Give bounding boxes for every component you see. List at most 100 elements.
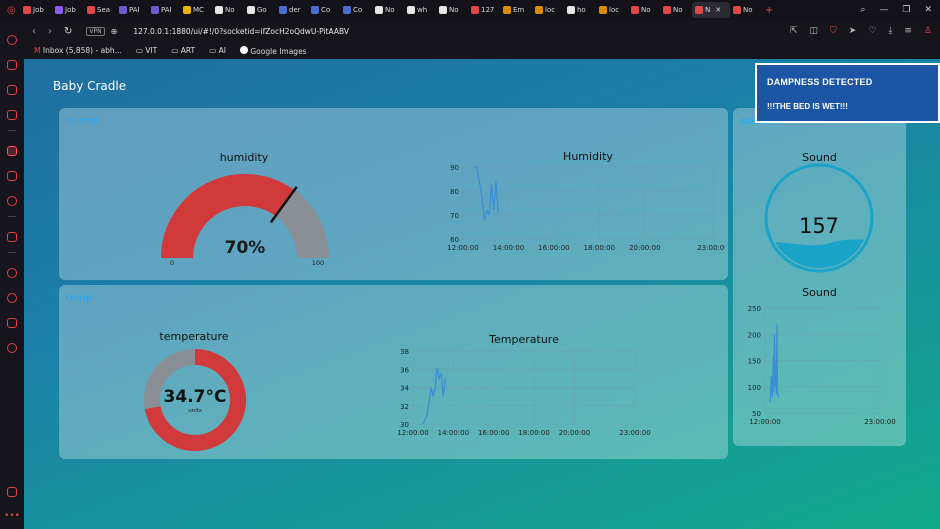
vpn-icon[interactable] — [7, 196, 17, 206]
bookmark-gmail[interactable]: M Inbox (5,858) - abh... — [34, 46, 122, 55]
player-icon[interactable] — [7, 268, 17, 278]
search-icon[interactable]: ⌕ — [860, 5, 865, 15]
site-info-icon[interactable]: ⊕ — [111, 27, 118, 36]
donut-units: units — [188, 408, 202, 414]
tab-label: Job — [65, 6, 76, 14]
tab-favicon-icon — [247, 6, 255, 14]
sidebar-divider — [8, 252, 16, 253]
minimize-icon[interactable]: — — [879, 5, 888, 15]
gauge-value: 70% — [225, 238, 266, 258]
reload-icon[interactable]: ↻ — [64, 26, 72, 37]
shield-icon[interactable]: ⛉ — [830, 26, 837, 36]
tab-favicon-icon — [279, 6, 287, 14]
tab-favicon-icon — [599, 6, 607, 14]
sound-card: sound Sound 157 Sound 5010015020025012:0… — [733, 108, 906, 446]
browser-tab[interactable]: No — [660, 2, 692, 18]
flame-icon[interactable] — [7, 232, 17, 242]
browser-tab[interactable]: No — [628, 2, 660, 18]
browser-tab[interactable]: Co — [308, 2, 340, 18]
tab-favicon-icon — [567, 6, 575, 14]
browser-tab[interactable]: Job — [52, 2, 84, 18]
dampness-alert-toast[interactable]: DAMPNESS DETECTED !!!THE BED IS WET!!! — [755, 63, 940, 123]
browser-tab[interactable]: loc — [596, 2, 628, 18]
twitch-icon[interactable] — [7, 85, 17, 95]
settings-icon[interactable] — [7, 343, 17, 353]
sound-chart: 50 100 150 200 250 12:00:00 23:00:00 — [748, 305, 896, 426]
gallery-icon[interactable] — [7, 487, 17, 497]
forward-icon[interactable]: › — [48, 26, 52, 37]
send-icon[interactable]: ⇱ — [790, 26, 798, 36]
more-icon[interactable]: ••• — [4, 511, 20, 521]
back-icon[interactable]: ‹ — [32, 26, 36, 37]
chart-title: Humidity — [563, 150, 613, 163]
vpn-badge[interactable]: VPN — [86, 26, 105, 36]
screen: ◎ Job Job Sea PAI PAI MC No Go der Co Co No wh No 127 E… — [0, 0, 940, 529]
temperature-chart: Temperature 30 32 34 36 38 12:00:00 14:00:00 16:… — [397, 333, 650, 437]
browser-tab[interactable]: MC — [180, 2, 212, 18]
sidebar-divider — [8, 216, 16, 217]
browser-tab[interactable]: No — [436, 2, 468, 18]
browser-tab[interactable]: No — [372, 2, 404, 18]
cube-icon[interactable] — [7, 318, 17, 328]
tab-close-icon[interactable]: ✕ — [715, 6, 721, 14]
bookmark-google-images[interactable]: Google Images — [239, 45, 307, 56]
download-icon[interactable]: ⤓ — [888, 26, 892, 36]
browser-tab[interactable]: No — [212, 2, 244, 18]
y-tick-label: 34 — [400, 385, 409, 393]
tab-favicon-icon — [535, 6, 543, 14]
share-icon[interactable]: ➤ — [849, 26, 857, 36]
profile-icon[interactable]: ♙ — [924, 26, 932, 36]
browser-tab[interactable]: PAI — [148, 2, 180, 18]
tab-favicon-icon — [311, 6, 319, 14]
camera-icon[interactable]: ◫ — [809, 26, 818, 36]
browser-tab[interactable]: der — [276, 2, 308, 18]
chart-title: Temperature — [488, 333, 559, 346]
series-line — [769, 323, 780, 403]
tab-label: Go — [257, 6, 267, 14]
briefcase-icon[interactable] — [7, 171, 17, 181]
donut-value: 34.7°C — [164, 387, 227, 407]
browser-tab[interactable]: loc — [532, 2, 564, 18]
browser-tab[interactable]: ho — [564, 2, 596, 18]
tab-label: Co — [353, 6, 363, 14]
browser-tab[interactable]: No — [730, 2, 762, 18]
instagram-icon[interactable] — [7, 110, 17, 120]
x-tick-label: 23:00:00 — [619, 429, 650, 437]
browser-tab[interactable]: Go — [244, 2, 276, 18]
bookmark-ai[interactable]: ▭ AI — [209, 46, 226, 55]
x-tick-label: 14:00:00 — [438, 429, 469, 437]
bookmarks-bar: M Inbox (5,858) - abh... ▭ VIT ▭ ART ▭ A… — [24, 42, 940, 59]
y-tick-label: 150 — [748, 358, 761, 366]
browser-tab[interactable]: 127 — [468, 2, 500, 18]
level-value: 157 — [799, 214, 839, 238]
gauge-max: 100 — [312, 259, 324, 267]
browser-tab[interactable]: N ✕ — [692, 2, 730, 18]
folder-icon: ▭ — [209, 46, 217, 55]
tab-label: MC — [193, 6, 204, 14]
tab-label: Co — [321, 6, 331, 14]
browser-tab[interactable]: Job — [20, 2, 52, 18]
y-tick-label: 30 — [400, 421, 409, 429]
browser-tab[interactable]: Co — [340, 2, 372, 18]
browser-tab[interactable]: Em — [500, 2, 532, 18]
heart-icon[interactable]: ♡ — [868, 26, 876, 36]
history-icon[interactable] — [7, 293, 17, 303]
speed-dial-icon[interactable] — [7, 35, 17, 45]
tab-label: N — [705, 6, 711, 14]
close-window-icon[interactable]: ✕ — [924, 5, 932, 15]
browser-tab[interactable]: wh — [404, 2, 436, 18]
bag-icon[interactable] — [7, 60, 17, 70]
y-tick-label: 100 — [748, 384, 761, 392]
url-field[interactable]: 127.0.0.1:1880/ui/#!/0?socketid=ifZocH2o… — [133, 27, 349, 36]
browser-tab[interactable]: Sea — [84, 2, 116, 18]
y-tick-label: 80 — [450, 188, 459, 196]
new-tab-icon[interactable]: + — [762, 2, 794, 18]
bookmark-vit[interactable]: ▭ VIT — [136, 46, 157, 55]
bookmark-art[interactable]: ▭ ART — [171, 46, 195, 55]
tab-strip: Job Job Sea PAI PAI MC No Go der Co Co No wh No 127 Em l… — [20, 2, 794, 18]
home-icon[interactable] — [7, 146, 17, 156]
easy-setup-icon[interactable]: ≡ — [904, 26, 912, 36]
browser-menu-icon[interactable]: ◎ — [4, 2, 20, 18]
restore-icon[interactable]: ❐ — [902, 5, 910, 15]
browser-tab[interactable]: PAI — [116, 2, 148, 18]
